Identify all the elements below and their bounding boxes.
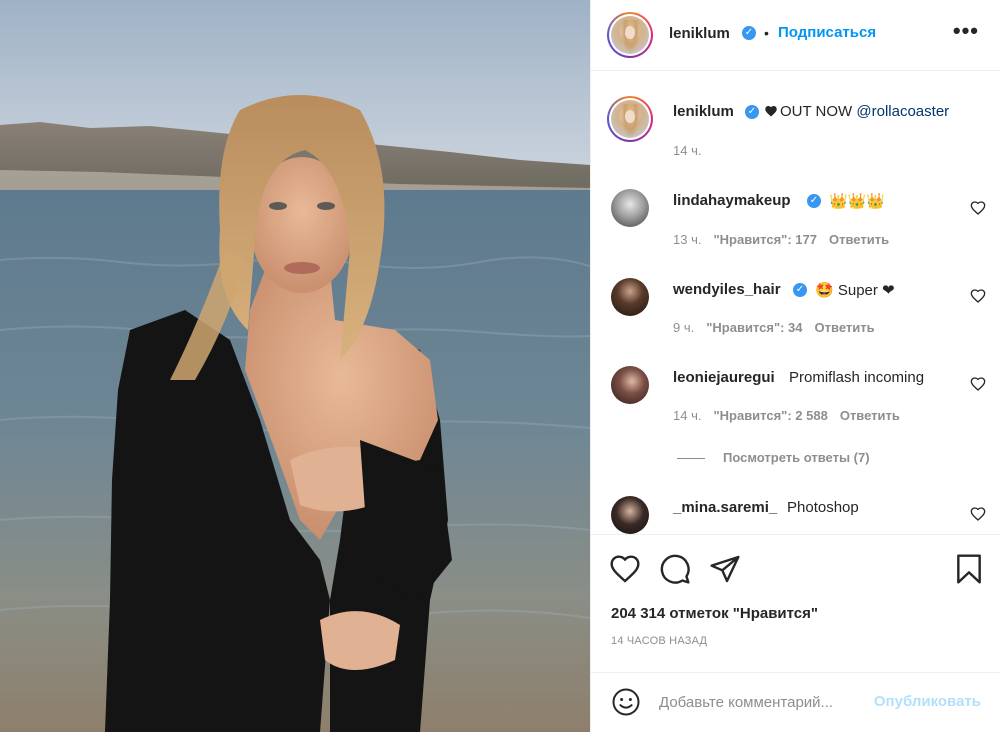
comment-meta: 9 ч. "Нравится": 34 Ответить [673,320,875,335]
caption-text: OUT NOW @rollacoaster [764,103,949,120]
comment-username[interactable]: wendyiles_hair [673,281,781,298]
heart-outline-icon[interactable] [609,553,641,585]
commenter-avatar[interactable] [611,189,649,227]
commenter-avatar[interactable] [611,278,649,316]
post-side-panel: leniklum ✓ • Подписаться ••• leniklum ✓ … [590,0,1000,732]
comment-text: 👑👑👑 [829,193,886,210]
reply-button[interactable]: Ответить [815,320,875,335]
more-dots-icon[interactable]: ••• [953,18,979,44]
verified-badge-icon: ✓ [742,26,756,40]
commenter-avatar[interactable] [611,496,649,534]
comment-like-heart-icon[interactable] [970,288,986,304]
post-actions: 204 314 отметок "Нравится" 14 ЧАСОВ НАЗА… [591,534,1000,666]
comment-like-heart-icon[interactable] [970,376,986,392]
caption-author-avatar[interactable] [607,96,653,142]
caption-body: OUT NOW [780,103,853,120]
comment-likes[interactable]: "Нравится": 177 [713,232,817,247]
paper-plane-icon[interactable] [709,553,741,585]
add-comment-bar: Опубликовать [591,672,1000,732]
author-username-link[interactable]: leniklum [669,25,730,42]
likes-count[interactable]: 204 314 отметок "Нравится" [611,605,818,622]
publish-button[interactable]: Опубликовать [874,693,981,710]
reply-button[interactable]: Ответить [829,232,889,247]
mention-link[interactable]: @rollacoaster [856,103,949,120]
comment-like-heart-icon[interactable] [970,200,986,216]
post-time-ago[interactable]: 14 ЧАСОВ НАЗАД [611,635,707,647]
comment-likes[interactable]: "Нравится": 2 588 [713,408,827,423]
comment-text: 🤩 Super ❤ [815,282,895,299]
comment-bubble-icon[interactable] [659,553,691,585]
comment-input[interactable] [659,691,859,713]
black-heart-icon [765,105,777,117]
verified-badge-icon: ✓ [807,194,821,208]
post-image[interactable] [0,0,590,732]
beach-portrait-photo [0,0,590,732]
comment-like-heart-icon[interactable] [970,506,986,522]
comment-username[interactable]: lindahaymakeup [673,192,791,209]
replies-divider-line [677,458,705,460]
comment-likes[interactable]: "Нравится": 34 [706,320,802,335]
smiley-icon[interactable] [611,687,641,717]
post-header: leniklum ✓ • Подписаться ••• [591,0,1000,71]
comment-time: 9 ч. [673,320,695,335]
separator-dot: • [764,25,769,41]
comment-username[interactable]: leoniejauregui [673,369,775,386]
verified-badge-icon: ✓ [745,105,759,119]
comment-text: Promiflash incoming [789,369,925,386]
view-replies-label: Посмотреть ответы (7) [723,450,870,465]
caption-time: 14 ч. [673,143,702,158]
comment-meta: 14 ч. "Нравится": 2 588 Ответить [673,408,900,423]
caption-author-username[interactable]: leniklum [673,103,734,120]
comment-text: Photoshop [787,499,859,516]
comment-time: 13 ч. [673,232,702,247]
bookmark-icon[interactable] [953,553,985,585]
verified-badge-icon: ✓ [793,283,807,297]
comment-username[interactable]: _mina.saremi_ [673,499,777,516]
reply-button[interactable]: Ответить [840,408,900,423]
follow-button[interactable]: Подписаться [778,24,876,41]
view-replies-button[interactable]: Посмотреть ответы (7) [677,450,870,465]
comments-list[interactable]: leniklum ✓ OUT NOW @rollacoaster 14 ч. l… [591,72,1000,534]
commenter-avatar[interactable] [611,366,649,404]
comment-time: 14 ч. [673,408,702,423]
comment-meta: 13 ч. "Нравится": 177 Ответить [673,232,889,247]
author-avatar[interactable] [607,12,653,58]
